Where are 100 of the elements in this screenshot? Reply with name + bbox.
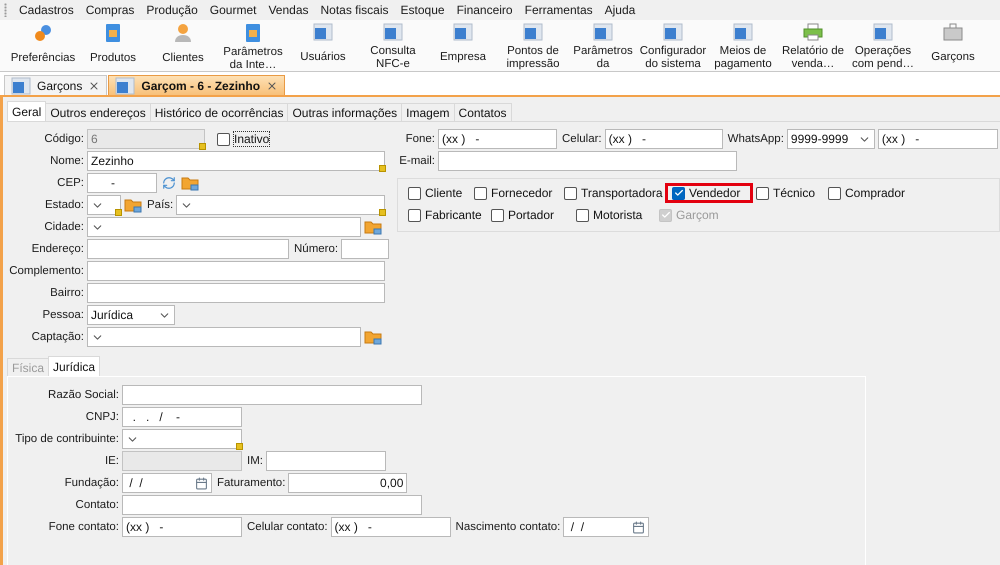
toolbar-button[interactable]: Preferências: [8, 20, 78, 71]
window-icon: [11, 76, 31, 94]
tab[interactable]: Contatos: [454, 103, 512, 121]
text-field[interactable]: [122, 495, 422, 515]
close-icon[interactable]: [88, 80, 100, 92]
menu-item[interactable]: Cadastros: [13, 1, 80, 19]
checkbox-label: Vendedor: [689, 186, 740, 200]
toolbar-button[interactable]: Parâmetros da Inte…: [218, 20, 288, 71]
text-field[interactable]: [266, 451, 386, 471]
date-field[interactable]: / /: [122, 473, 212, 493]
folder-icon[interactable]: [364, 219, 382, 235]
toolbar-button[interactable]: Consulta NFC-e: [358, 20, 428, 71]
checkbox[interactable]: [756, 186, 769, 200]
checkbox-label: Técnico: [773, 186, 816, 200]
field-label: Cidade:: [43, 221, 84, 233]
text-field[interactable]: [122, 385, 422, 405]
text-field[interactable]: (xx ) -: [122, 517, 242, 537]
checkbox[interactable]: [491, 208, 504, 222]
close-icon[interactable]: [266, 80, 278, 92]
toolbar-button[interactable]: Parâmetros da: [568, 20, 638, 71]
toolbar-button[interactable]: Relatório de venda…: [778, 20, 848, 71]
document-tab[interactable]: Garçons: [4, 75, 108, 95]
window-icon: [873, 23, 893, 41]
tab[interactable]: Geral: [7, 101, 46, 121]
text-field[interactable]: [87, 261, 385, 281]
toolbar-button[interactable]: Usuários: [288, 20, 358, 71]
checkbox[interactable]: [576, 208, 589, 222]
tab[interactable]: Outros endereços: [45, 103, 151, 121]
field-label: Nome:: [49, 155, 84, 167]
calendar-icon[interactable]: [632, 520, 646, 534]
toolbar-button[interactable]: Clientes: [148, 20, 218, 71]
checkbox[interactable]: [217, 132, 230, 146]
gears-icon: [32, 23, 54, 43]
number-field[interactable]: 0,00: [288, 473, 408, 493]
calendar-icon[interactable]: [195, 476, 208, 490]
field-label: Captação:: [30, 331, 84, 343]
text-field[interactable]: [341, 239, 390, 259]
menu-item[interactable]: Gourmet: [204, 1, 262, 19]
menu-item[interactable]: Notas fiscais: [314, 1, 395, 19]
folder-icon[interactable]: [181, 175, 199, 191]
toolbar-button[interactable]: Garçons: [918, 20, 988, 71]
book-icon: [245, 23, 261, 43]
checkbox[interactable]: [474, 186, 487, 200]
field-label: Estado:: [44, 199, 84, 211]
checkbox[interactable]: [408, 208, 421, 222]
toolbar-button[interactable]: Operações com pend…: [848, 20, 918, 71]
checkbox-label: Fabricante: [425, 208, 482, 222]
menu-item[interactable]: Ferramentas: [518, 1, 599, 19]
grip-icon: [4, 3, 7, 17]
text-field[interactable]: [438, 151, 737, 171]
menu-item[interactable]: Produção: [140, 1, 204, 19]
folder-icon[interactable]: [124, 197, 142, 213]
required-marker-icon: [379, 209, 386, 216]
menu-item[interactable]: Ajuda: [598, 1, 642, 19]
refresh-icon[interactable]: [160, 175, 178, 191]
document-tab[interactable]: Garçom - 6 - Zezinho: [108, 75, 286, 95]
menu-item[interactable]: Compras: [80, 1, 140, 19]
field-label: Tipo de contribuinte:: [14, 433, 119, 445]
toolbar-button[interactable]: Configurador do sistema: [638, 20, 708, 71]
checkbox[interactable]: [828, 186, 841, 200]
toolbar-button[interactable]: Produtos: [78, 20, 148, 71]
checkbox[interactable]: [564, 186, 577, 200]
field-label: Fone contato:: [48, 521, 119, 533]
text-field[interactable]: [87, 283, 385, 303]
window-icon: [733, 23, 753, 41]
toolbar-button[interactable]: Meios de pagamento: [708, 20, 778, 71]
toolbar-button[interactable]: Pontos de impressão: [498, 20, 568, 71]
dropdown[interactable]: 9999-9999: [786, 129, 875, 149]
checkbox[interactable]: [408, 186, 421, 200]
dropdown[interactable]: Jurídica: [87, 305, 175, 325]
field-label: País:: [146, 199, 174, 211]
text-field[interactable]: [87, 239, 289, 259]
dropdown[interactable]: [87, 195, 121, 215]
field-label: Faturamento:: [216, 477, 286, 489]
menu-item[interactable]: Estoque: [394, 1, 451, 19]
text-field[interactable]: (xx ) -: [330, 517, 451, 537]
required-marker-icon: [115, 209, 122, 216]
field-label: IM:: [246, 455, 263, 467]
toolbar-button[interactable]: Empresa: [428, 20, 498, 71]
checkbox-label: Portador: [508, 208, 554, 222]
tab[interactable]: Imagem: [401, 103, 455, 121]
text-field[interactable]: (xx ) -: [604, 129, 723, 149]
text-field[interactable]: (xx ) -: [438, 129, 557, 149]
date-field[interactable]: / /: [563, 517, 650, 537]
field-label: CEP:: [56, 177, 84, 189]
text-field[interactable]: (xx ) -: [878, 129, 998, 149]
checkbox-label: Comprador: [845, 186, 906, 200]
menu-item[interactable]: Vendas: [262, 1, 314, 19]
checkbox-label: Garçom: [676, 208, 719, 222]
tab[interactable]: Jurídica: [48, 356, 100, 376]
menu-item[interactable]: Financeiro: [450, 1, 519, 19]
window-icon: [663, 23, 683, 41]
folder-icon[interactable]: [364, 329, 382, 345]
field-label: CNPJ:: [84, 411, 119, 423]
tab[interactable]: Outras informações: [287, 103, 402, 121]
text-field[interactable]: -: [87, 173, 157, 193]
text-field[interactable]: Zezinho: [87, 151, 385, 171]
checkbox[interactable]: [672, 186, 685, 200]
text-field[interactable]: . . / -: [122, 407, 242, 427]
field-label: Bairro:: [49, 287, 84, 299]
